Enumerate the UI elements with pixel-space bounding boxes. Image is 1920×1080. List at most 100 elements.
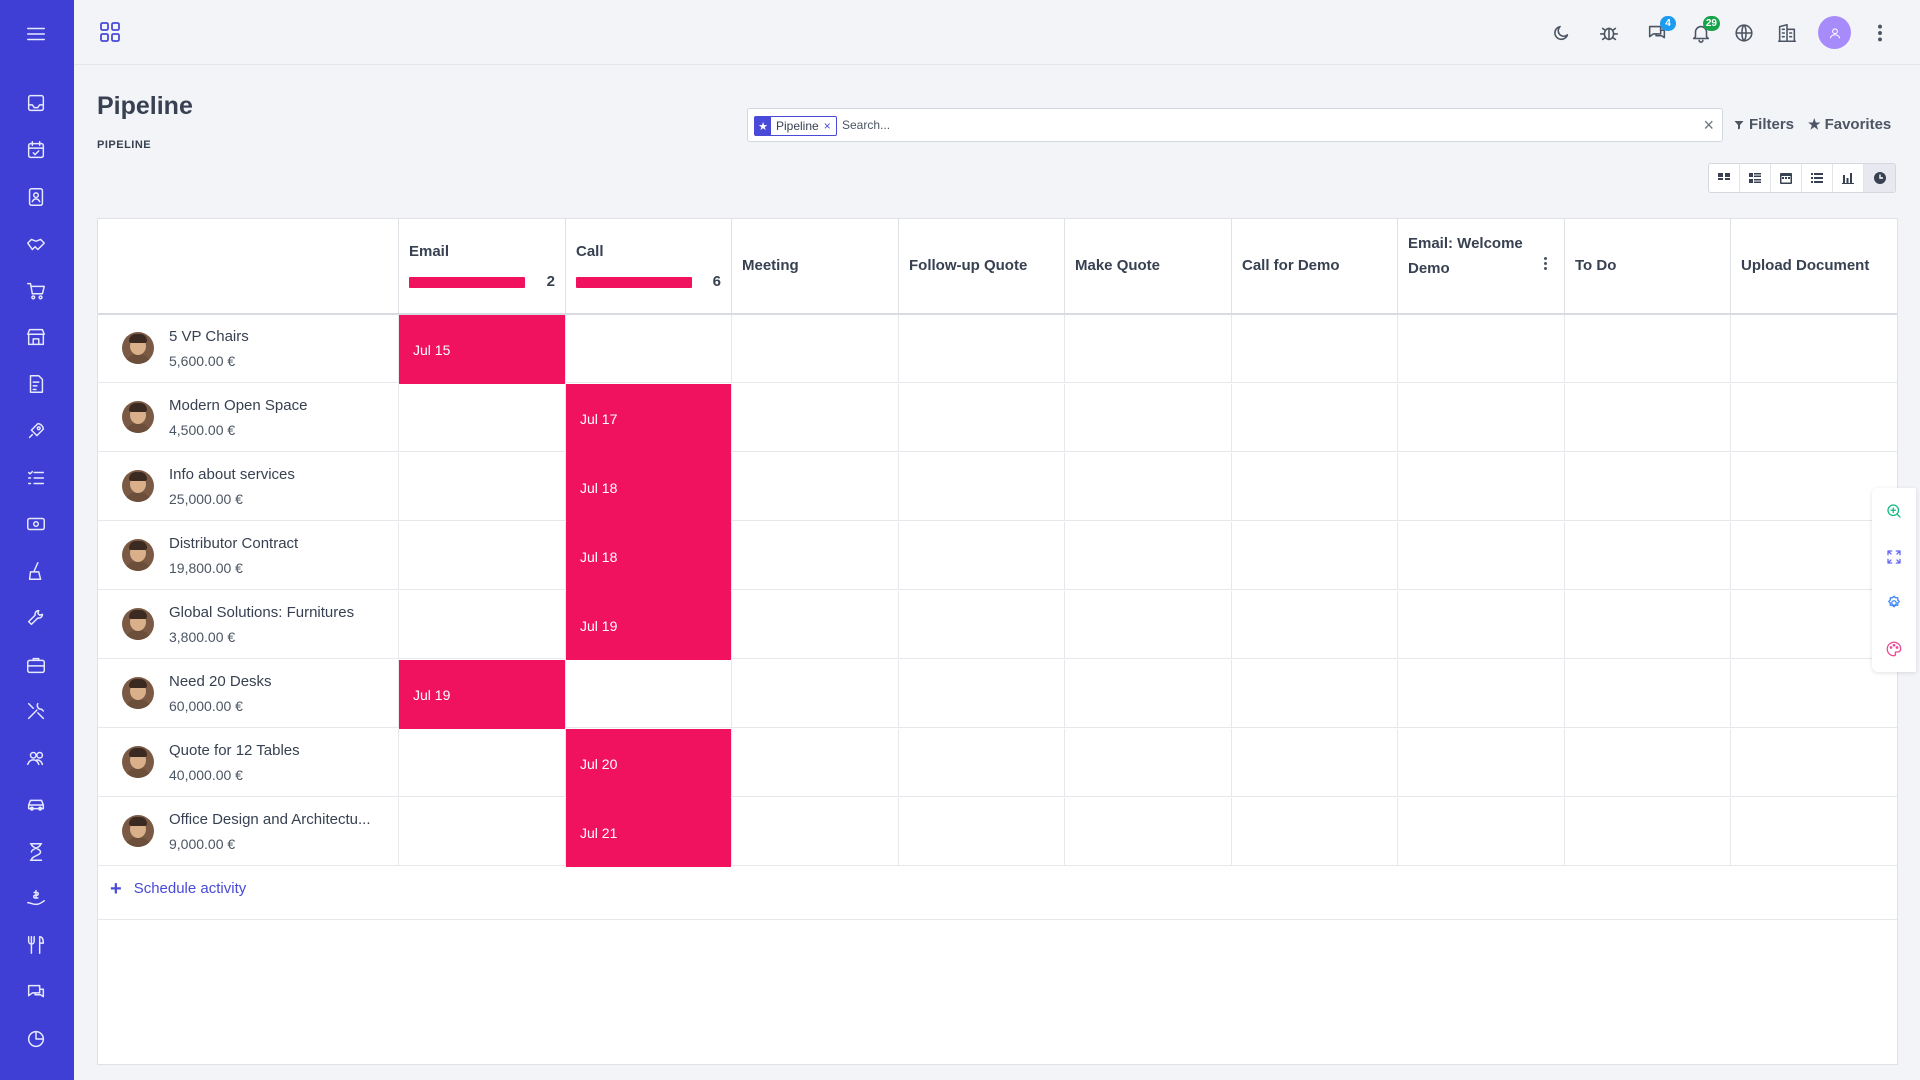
briefcase-icon[interactable] (22, 651, 50, 679)
activity-cell[interactable] (731, 798, 898, 866)
bug-icon[interactable] (1596, 20, 1622, 46)
apps-grid-icon[interactable] (98, 20, 122, 44)
hourglass-icon[interactable] (22, 838, 50, 866)
activity-chip[interactable]: Jul 18 (566, 453, 731, 522)
activity-cell[interactable] (1397, 591, 1564, 659)
store-icon[interactable] (22, 323, 50, 351)
money-icon[interactable] (22, 510, 50, 538)
activity-cell[interactable] (398, 384, 565, 452)
column-header-call-for-demo[interactable]: Call for Demo (1231, 219, 1397, 313)
activity-cell[interactable] (1231, 453, 1397, 521)
activity-cell[interactable] (1231, 660, 1397, 728)
activity-cell[interactable] (1564, 453, 1730, 521)
activity-cell[interactable] (398, 798, 565, 866)
graph-view-icon[interactable] (1833, 164, 1864, 192)
activity-cell[interactable] (731, 384, 898, 452)
restaurant-icon[interactable] (22, 931, 50, 959)
activity-cell[interactable] (1397, 384, 1564, 452)
activity-cell[interactable] (1064, 384, 1231, 452)
menu-icon[interactable] (22, 20, 50, 48)
record-cell[interactable]: Office Design and Architectu... 9,000.00 … (98, 798, 399, 866)
activity-chip[interactable]: Jul 15 (399, 315, 565, 384)
cart-icon[interactable] (22, 277, 50, 305)
record-cell[interactable]: Info about services 25,000.00 € (98, 453, 399, 521)
activity-cell[interactable] (1231, 798, 1397, 866)
activity-cell[interactable] (1564, 729, 1730, 797)
activity-view-icon[interactable] (1864, 164, 1895, 192)
activity-chip[interactable]: Jul 19 (399, 660, 565, 729)
activity-cell[interactable] (731, 591, 898, 659)
invoice-icon[interactable] (22, 370, 50, 398)
activity-cell[interactable] (1397, 798, 1564, 866)
handshake-icon[interactable] (22, 230, 50, 258)
activity-cell[interactable] (1064, 315, 1231, 383)
activity-cell[interactable] (898, 315, 1064, 383)
bell-icon[interactable]: 29 (1688, 16, 1720, 46)
activity-cell[interactable] (1564, 591, 1730, 659)
column-header-call[interactable]: Call 6 (565, 219, 731, 313)
donation-icon[interactable] (22, 884, 50, 912)
activity-chip[interactable]: Jul 21 (566, 798, 731, 867)
record-cell[interactable]: Modern Open Space 4,500.00 € (98, 384, 399, 452)
column-header-upload-document[interactable]: Upload Document (1730, 219, 1898, 313)
activity-cell[interactable] (898, 798, 1064, 866)
fullscreen-icon[interactable] (1872, 534, 1916, 580)
breadcrumb[interactable]: PIPELINE (97, 139, 151, 151)
record-cell[interactable]: Global Solutions: Furnitures 3,800.00 € (98, 591, 399, 659)
activity-cell[interactable] (1397, 453, 1564, 521)
checklist-icon[interactable] (22, 464, 50, 492)
company-icon[interactable] (1774, 20, 1800, 46)
activity-cell[interactable] (398, 591, 565, 659)
activity-cell[interactable] (898, 522, 1064, 590)
activity-cell[interactable] (1064, 660, 1231, 728)
activity-cell[interactable] (898, 384, 1064, 452)
zoom-in-icon[interactable] (1872, 488, 1916, 534)
column-header-to-do[interactable]: To Do (1564, 219, 1730, 313)
column-header-meeting[interactable]: Meeting (731, 219, 898, 313)
activity-chip[interactable]: Jul 18 (566, 522, 731, 591)
activity-cell[interactable] (731, 522, 898, 590)
filters-button[interactable]: Filters (1733, 116, 1794, 133)
activity-cell[interactable] (898, 591, 1064, 659)
column-header-email-welcome-demo[interactable]: Email: Welcome Demo (1397, 219, 1564, 313)
activity-chip[interactable]: Jul 17 (566, 384, 731, 453)
column-header-follow-up-quote[interactable]: Follow-up Quote (898, 219, 1064, 313)
activity-cell[interactable] (565, 660, 731, 728)
activity-cell[interactable] (1231, 591, 1397, 659)
activity-cell[interactable] (1730, 729, 1898, 797)
column-header-make-quote[interactable]: Make Quote (1064, 219, 1231, 313)
activity-cell[interactable] (398, 453, 565, 521)
messages-icon[interactable]: 4 (1644, 16, 1676, 46)
calendar-check-icon[interactable] (22, 136, 50, 164)
activity-cell[interactable] (731, 453, 898, 521)
activity-cell[interactable] (1730, 315, 1898, 383)
activity-cell[interactable] (898, 453, 1064, 521)
contacts-icon[interactable] (22, 183, 50, 211)
remove-facet-icon[interactable]: × (824, 119, 836, 133)
wrench-icon[interactable] (22, 604, 50, 632)
activity-cell[interactable] (898, 729, 1064, 797)
activity-cell[interactable] (1564, 798, 1730, 866)
kanban-view-icon[interactable] (1709, 164, 1740, 192)
activity-cell[interactable] (565, 315, 731, 383)
activity-cell[interactable] (1730, 384, 1898, 452)
activity-cell[interactable] (398, 522, 565, 590)
activity-cell[interactable] (1564, 660, 1730, 728)
column-menu-icon[interactable] (1544, 257, 1548, 271)
activity-cell[interactable] (1064, 453, 1231, 521)
car-icon[interactable] (22, 791, 50, 819)
search-input[interactable] (842, 114, 1642, 136)
activity-cell[interactable] (1231, 729, 1397, 797)
activity-cell[interactable] (731, 729, 898, 797)
record-cell[interactable]: 5 VP Chairs 5,600.00 € (98, 315, 399, 383)
activity-cell[interactable] (1564, 315, 1730, 383)
activity-cell[interactable] (1231, 315, 1397, 383)
activity-cell[interactable] (1730, 798, 1898, 866)
rocket-icon[interactable] (22, 417, 50, 445)
tools-icon[interactable] (22, 697, 50, 725)
activity-cell[interactable] (1064, 729, 1231, 797)
record-cell[interactable]: Quote for 12 Tables 40,000.00 € (98, 729, 399, 797)
activity-cell[interactable] (731, 315, 898, 383)
settings-icon[interactable] (1872, 580, 1916, 626)
activity-cell[interactable] (1397, 522, 1564, 590)
